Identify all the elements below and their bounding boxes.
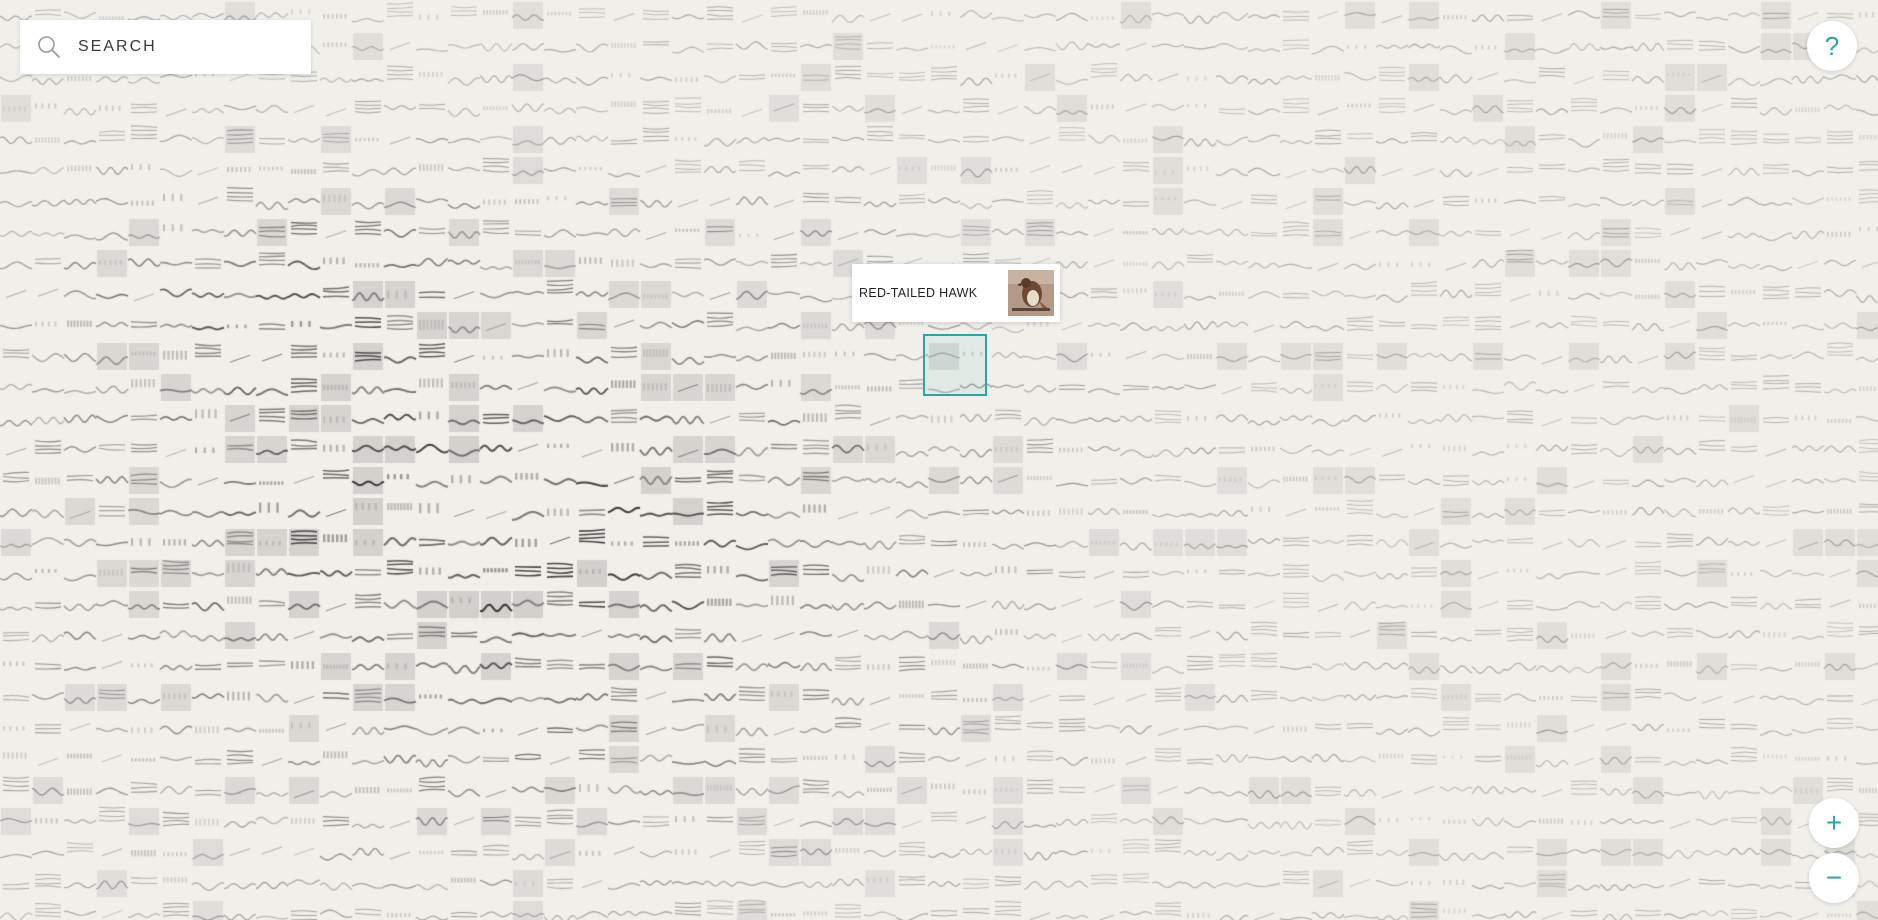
hovered-sound-cell[interactable] [923, 334, 987, 396]
search-input[interactable] [76, 37, 290, 57]
question-mark-icon: ? [1824, 30, 1840, 61]
spectrogram-grid[interactable] [0, 0, 1878, 920]
plus-icon: + [1825, 807, 1843, 838]
spectrogram-map-view[interactable]: RED-TAILED HAWK ? + − [0, 0, 1878, 920]
help-button[interactable]: ? [1807, 21, 1857, 71]
search-icon [38, 36, 60, 58]
search-bar[interactable] [20, 20, 311, 74]
bird-photo-thumbnail [1008, 270, 1054, 316]
minus-icon: − [1825, 862, 1843, 893]
zoom-in-button[interactable]: + [1809, 798, 1859, 848]
bird-name-label: RED-TAILED HAWK [859, 286, 978, 300]
zoom-out-button[interactable]: − [1809, 853, 1859, 903]
bird-tooltip[interactable]: RED-TAILED HAWK [852, 264, 1060, 322]
